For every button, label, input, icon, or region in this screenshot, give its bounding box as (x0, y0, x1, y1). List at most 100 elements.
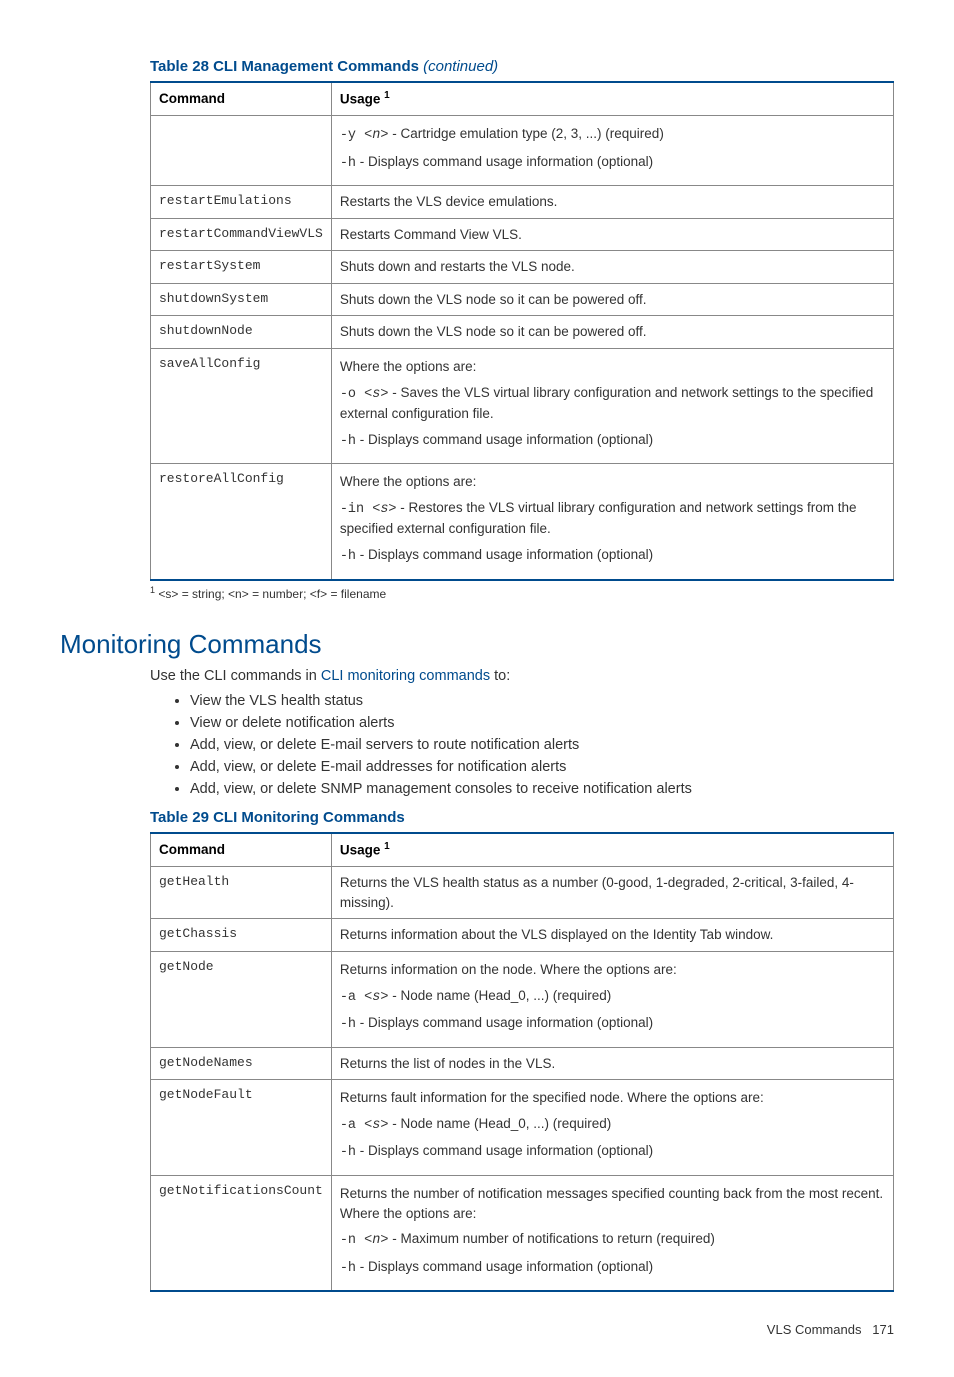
list-item: View the VLS health status (190, 693, 894, 709)
command-cell: restoreAllConfig (151, 464, 332, 580)
usage-arg: <s> (364, 990, 388, 1005)
table28: Command Usage 1 -y <n> - Cartridge emula… (150, 81, 894, 581)
usage-line: -h - Displays command usage information … (340, 430, 885, 452)
table-row: getNotificationsCountReturns the number … (151, 1175, 894, 1291)
footer-page: 171 (872, 1322, 894, 1337)
table-row: -y <n> - Cartridge emulation type (2, 3,… (151, 116, 894, 186)
table-row: getNode Returns information on the node. … (151, 952, 894, 1048)
usage-flag: -o (340, 387, 364, 402)
table28-head-command: Command (151, 82, 332, 116)
usage-line: -h - Displays command usage information … (340, 545, 885, 567)
usage-desc: - Displays command usage information (op… (356, 1143, 653, 1158)
usage-flag: -h (340, 1017, 356, 1032)
table28-head-usage-label: Usage (340, 92, 381, 107)
usage-arg: <n> (364, 128, 388, 143)
table-row: shutdownNodeShuts down the VLS node so i… (151, 316, 894, 349)
command-cell: getHealth (151, 867, 332, 919)
usage-desc: - Cartridge emulation type (2, 3, ...) (… (388, 126, 663, 141)
table-row: shutdownSystemShuts down the VLS node so… (151, 283, 894, 316)
table28-caption-prefix: Table 28 CLI Management Commands (150, 58, 419, 75)
usage-flag: -a (340, 1118, 364, 1133)
list-item: View or delete notification alerts (190, 715, 894, 731)
table28-head-usage-sup: 1 (384, 90, 390, 101)
usage-flag: -h (340, 434, 356, 449)
command-cell: shutdownNode (151, 316, 332, 349)
usage-cell: Returns the VLS health status as a numbe… (331, 867, 893, 919)
table28-caption: Table 28 CLI Management Commands (contin… (150, 58, 894, 75)
table-row: getNodeFaultReturns fault information fo… (151, 1080, 894, 1176)
usage-desc: - Restores the VLS virtual library confi… (340, 500, 857, 537)
table28-footnote-text: <s> = string; <n> = number; <f> = filena… (155, 587, 386, 601)
monitoring-heading: Monitoring Commands (60, 629, 894, 660)
usage-lead: Returns information on the node. Where t… (340, 960, 885, 980)
usage-desc: - Saves the VLS virtual library configur… (340, 385, 873, 422)
usage-line: -y <n> - Cartridge emulation type (2, 3,… (340, 124, 885, 146)
usage-flag: -h (340, 1261, 356, 1276)
table-row: getChassisReturns information about the … (151, 919, 894, 952)
usage-arg: <s> (364, 387, 388, 402)
monitoring-intro-link[interactable]: CLI monitoring commands (321, 668, 490, 684)
usage-cell: Returns the number of notification messa… (331, 1175, 893, 1291)
usage-line: -a <s> - Node name (Head_0, ...) (requir… (340, 986, 885, 1008)
usage-flag: -h (340, 549, 356, 564)
command-cell: saveAllConfig (151, 349, 332, 464)
list-item: Add, view, or delete E-mail addresses fo… (190, 759, 894, 775)
usage-lead: Returns the number of notification messa… (340, 1184, 885, 1223)
table29-head-usage: Usage 1 (331, 833, 893, 867)
usage-desc: - Displays command usage information (op… (356, 432, 653, 447)
table-row: restartSystemShuts down and restarts the… (151, 251, 894, 284)
usage-lead: Where the options are: (340, 472, 885, 492)
table-row: getNodeNamesReturns the list of nodes in… (151, 1047, 894, 1080)
usage-flag: -y (340, 128, 364, 143)
usage-lead: Where the options are: (340, 357, 885, 377)
usage-cell: -y <n> - Cartridge emulation type (2, 3,… (331, 116, 893, 186)
command-cell: getNotificationsCount (151, 1175, 332, 1291)
usage-line: -h - Displays command usage information … (340, 1013, 885, 1035)
command-cell: restartEmulations (151, 186, 332, 219)
usage-cell: Shuts down and restarts the VLS node. (331, 251, 893, 284)
usage-flag: -n (340, 1233, 364, 1248)
usage-desc: - Displays command usage information (op… (356, 547, 653, 562)
usage-line: -h - Displays command usage information … (340, 1257, 885, 1279)
usage-cell: Where the options are: -o <s> - Saves the… (331, 349, 893, 464)
usage-cell: Returns fault information for the specif… (331, 1080, 893, 1176)
usage-arg: <n> (364, 1233, 388, 1248)
usage-line: -h - Displays command usage information … (340, 152, 885, 174)
table29-head-usage-sup: 1 (384, 841, 390, 852)
table29-head-command: Command (151, 833, 332, 867)
usage-arg: <s> (364, 1118, 388, 1133)
monitoring-bullets: View the VLS health status View or delete… (170, 693, 894, 797)
list-item: Add, view, or delete SNMP management con… (190, 781, 894, 797)
command-cell: getNode (151, 952, 332, 1048)
command-cell: restartSystem (151, 251, 332, 284)
table-row: saveAllConfig Where the options are: -o <s… (151, 349, 894, 464)
table29-head-usage-label: Usage (340, 843, 381, 858)
usage-desc: - Maximum number of notifications to ret… (388, 1231, 714, 1246)
table28-head-usage: Usage 1 (331, 82, 893, 116)
command-cell: getNodeNames (151, 1047, 332, 1080)
usage-line: -in <s> - Restores the VLS virtual libra… (340, 498, 885, 539)
usage-cell: Returns information about the VLS displa… (331, 919, 893, 952)
monitoring-intro: Use the CLI commands in CLI monitoring c… (150, 666, 894, 688)
monitoring-intro-pre: Use the CLI commands in (150, 668, 321, 684)
table-row: getHealthReturns the VLS health status a… (151, 867, 894, 919)
command-cell: shutdownSystem (151, 283, 332, 316)
usage-flag: -a (340, 990, 364, 1005)
usage-cell: Restarts the VLS device emulations. (331, 186, 893, 219)
usage-desc: - Displays command usage information (op… (356, 1259, 653, 1274)
usage-desc: - Displays command usage information (op… (356, 154, 653, 169)
usage-desc: - Node name (Head_0, ...) (required) (388, 988, 611, 1003)
command-cell: getChassis (151, 919, 332, 952)
usage-arg: <s> (372, 502, 396, 517)
usage-line: -a <s> - Node name (Head_0, ...) (requir… (340, 1114, 885, 1136)
table29: Command Usage 1 getHealthReturns the VLS… (150, 832, 894, 1292)
usage-flag: -in (340, 502, 372, 517)
command-cell: restartCommandViewVLS (151, 218, 332, 251)
table-row: restartEmulationsRestarts the VLS device… (151, 186, 894, 219)
command-cell (151, 116, 332, 186)
usage-lead: Returns fault information for the specif… (340, 1088, 885, 1108)
usage-cell: Returns information on the node. Where t… (331, 952, 893, 1048)
usage-line: -o <s> - Saves the VLS virtual library c… (340, 383, 885, 424)
page-footer: VLS Commands 171 (60, 1322, 894, 1337)
usage-desc: - Displays command usage information (op… (356, 1015, 653, 1030)
